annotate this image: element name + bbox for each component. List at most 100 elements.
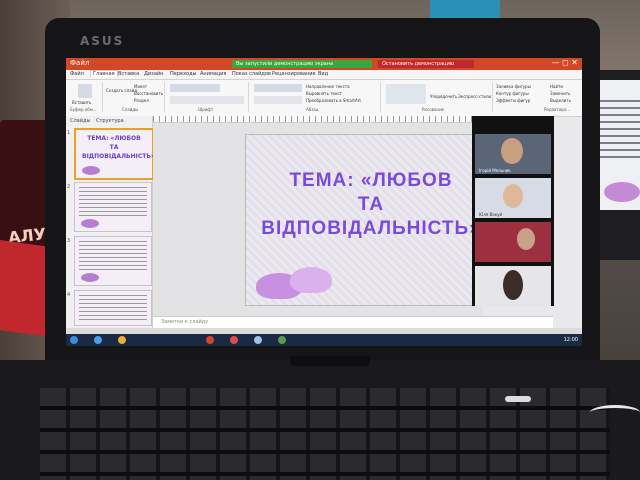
slide-workarea: ТЕМА: «ЛЮБОВ ТА ВІДПОВІДАЛЬНІСТЬ» xyxy=(153,116,487,316)
slide-title-line-2: ТА xyxy=(357,194,385,215)
align-buttons[interactable] xyxy=(254,96,302,104)
select-button[interactable]: Выделить xyxy=(550,98,571,103)
thumbnail-text-lines xyxy=(79,187,147,217)
app-icon[interactable] xyxy=(230,336,238,344)
thumbnail-heart xyxy=(82,166,100,175)
ribbon: Вставить Буфер обм... Создать слайд Маке… xyxy=(66,80,582,117)
tab-slideshow[interactable]: Показ слайдов xyxy=(232,71,271,77)
participant-face xyxy=(503,270,523,300)
power-button[interactable] xyxy=(505,396,531,402)
drawing-label: Рисование xyxy=(422,107,445,112)
align-text-button[interactable]: Выровнять текст xyxy=(306,91,342,96)
slide-thumbnail-3[interactable] xyxy=(74,236,152,286)
screen-share-banner: Вы запустили демонстрацию экрана xyxy=(232,60,372,68)
app-icon[interactable] xyxy=(278,336,286,344)
group-font: Шрифт xyxy=(166,82,249,112)
browser-icon[interactable] xyxy=(94,336,102,344)
current-slide[interactable]: ТЕМА: «ЛЮБОВ ТА ВІДПОВІДАЛЬНІСТЬ» xyxy=(245,134,487,306)
tab-home[interactable]: Главная xyxy=(90,70,118,77)
group-paragraph: Направление текста Выровнять текст Преоб… xyxy=(250,82,381,112)
thumb-number: 4 xyxy=(67,292,71,298)
shape-effects-button[interactable]: Эффекты фигур xyxy=(496,98,530,103)
file-label[interactable]: Файл xyxy=(70,59,89,67)
tab-animation[interactable]: Анимация xyxy=(200,71,226,77)
group-slides: Создать слайд Макет Восстановить Раздел … xyxy=(104,82,165,112)
tab-view[interactable]: Вид xyxy=(318,71,328,77)
taskbar-clock: 12:00 xyxy=(563,337,578,343)
thumb-number: 2 xyxy=(67,184,71,190)
section-button[interactable]: Раздел xyxy=(134,98,149,103)
slide-thumbnail-1[interactable]: ТЕМА: «ЛЮБОВ ТА ВІДПОВІДАЛЬНІСТЬ» xyxy=(74,128,155,180)
font-format-bar[interactable] xyxy=(170,96,244,104)
tab-transitions[interactable]: Переходы xyxy=(170,71,197,77)
thumb-number: 1 xyxy=(67,130,71,136)
font-name-box[interactable] xyxy=(170,84,220,92)
window-controls[interactable]: — ◻ ✕ xyxy=(552,58,578,67)
slide-thumbnail-4[interactable] xyxy=(74,290,152,326)
paragraph-label: Абзац xyxy=(306,107,319,112)
video-conference-panel: Ігорій Мельник Юля Вакуй xyxy=(472,116,554,306)
thumbnail-heart xyxy=(81,273,99,282)
group-clipboard: Вставить Буфер обм... xyxy=(68,82,103,112)
slide-thumbnail-2[interactable] xyxy=(74,182,152,232)
participant-face xyxy=(501,138,523,164)
ruler xyxy=(153,116,483,123)
participant-face xyxy=(503,184,523,208)
participant-video-1[interactable]: Ігорій Мельник xyxy=(475,134,551,174)
slide-title-line-3: ВІДПОВІДАЛЬНІСТЬ» xyxy=(261,218,481,239)
reset-button[interactable]: Восстановить xyxy=(134,91,163,96)
participant-name: Юля Вакуй xyxy=(479,212,503,217)
shape-fill-button[interactable]: Заливка фигуры xyxy=(496,84,531,89)
replace-button[interactable]: Заменить xyxy=(550,91,570,96)
tab-design[interactable]: Дизайн xyxy=(144,71,163,77)
start-icon[interactable] xyxy=(70,336,78,344)
panel-tab-outline[interactable]: Структура xyxy=(96,118,124,124)
stop-demo-button[interactable]: Остановить демонстрацию xyxy=(378,60,474,68)
group-editing: Заливка фигуры Контур фигуры Эффекты фиг… xyxy=(494,82,580,112)
slide-title-line-1: ТЕМА: «ЛЮБОВ xyxy=(289,170,453,191)
arrange-button[interactable]: Упорядочить xyxy=(430,94,457,99)
slides-label: Слайды xyxy=(122,107,139,112)
ribbon-tabs: Файл Главная Вставка Дизайн Переходы Ани… xyxy=(66,70,582,80)
participant-name: Ігорій Мельник xyxy=(479,168,511,173)
text-direction-button[interactable]: Направление текста xyxy=(306,84,350,89)
participant-video-4[interactable] xyxy=(475,266,551,306)
smartart-button[interactable]: Преобразовать в SmartArt xyxy=(306,98,361,103)
layout-button[interactable]: Макет xyxy=(134,84,147,89)
panel-tab-slides[interactable]: Слайды xyxy=(70,118,90,124)
tab-file[interactable]: Файл xyxy=(70,71,84,77)
tab-review[interactable]: Рецензирование xyxy=(272,71,316,77)
font-label: Шрифт xyxy=(198,107,214,112)
heart-decoration xyxy=(290,267,332,293)
laptop-brand: ASUS xyxy=(80,34,125,48)
editing-label: Редактиро... xyxy=(544,107,571,112)
app-icon[interactable] xyxy=(254,336,262,344)
title-bar: Файл Вы запустили демонстрацию экрана Ос… xyxy=(66,58,582,70)
paste-icon[interactable] xyxy=(78,84,92,98)
powerpoint-icon[interactable] xyxy=(206,336,214,344)
laptop-screen: Файл Вы запустили демонстрацию экрана Ос… xyxy=(66,58,582,346)
laptop-hinge xyxy=(290,356,370,366)
slide-title[interactable]: ТЕМА: «ЛЮБОВ ТА ВІДПОВІДАЛЬНІСТЬ» xyxy=(256,169,486,241)
list-buttons[interactable] xyxy=(254,84,302,92)
thumbnail-text-lines xyxy=(79,241,147,271)
participant-face xyxy=(517,228,535,250)
find-button[interactable]: Найти xyxy=(550,84,563,89)
shapes-gallery[interactable] xyxy=(386,84,426,104)
participant-video-2[interactable]: Юля Вакуй xyxy=(475,178,551,218)
shape-outline-button[interactable]: Контур фигуры xyxy=(496,91,529,96)
cable xyxy=(590,405,640,420)
group-drawing: Упорядочить Экспресс-стили Рисование xyxy=(382,82,493,112)
participant-video-3[interactable] xyxy=(475,222,551,262)
windows-taskbar: 12:00 xyxy=(66,334,582,346)
folder-icon[interactable] xyxy=(118,336,126,344)
thumbnail-heart xyxy=(81,219,99,228)
second-laptop-heart xyxy=(604,182,640,202)
thumbnail-title: ТЕМА: «ЛЮБОВ ТА ВІДПОВІДАЛЬНІСТЬ» xyxy=(82,135,155,160)
tab-insert[interactable]: Вставка xyxy=(118,71,139,77)
clipboard-label: Буфер обм... xyxy=(70,107,97,112)
quick-styles-button[interactable]: Экспресс-стили xyxy=(458,94,491,99)
new-slide-button[interactable]: Создать слайд xyxy=(106,88,137,93)
slides-panel: Слайды Структура 1 ТЕМА: «ЛЮБОВ ТА ВІДПО… xyxy=(66,116,155,328)
second-laptop-text xyxy=(600,100,640,160)
